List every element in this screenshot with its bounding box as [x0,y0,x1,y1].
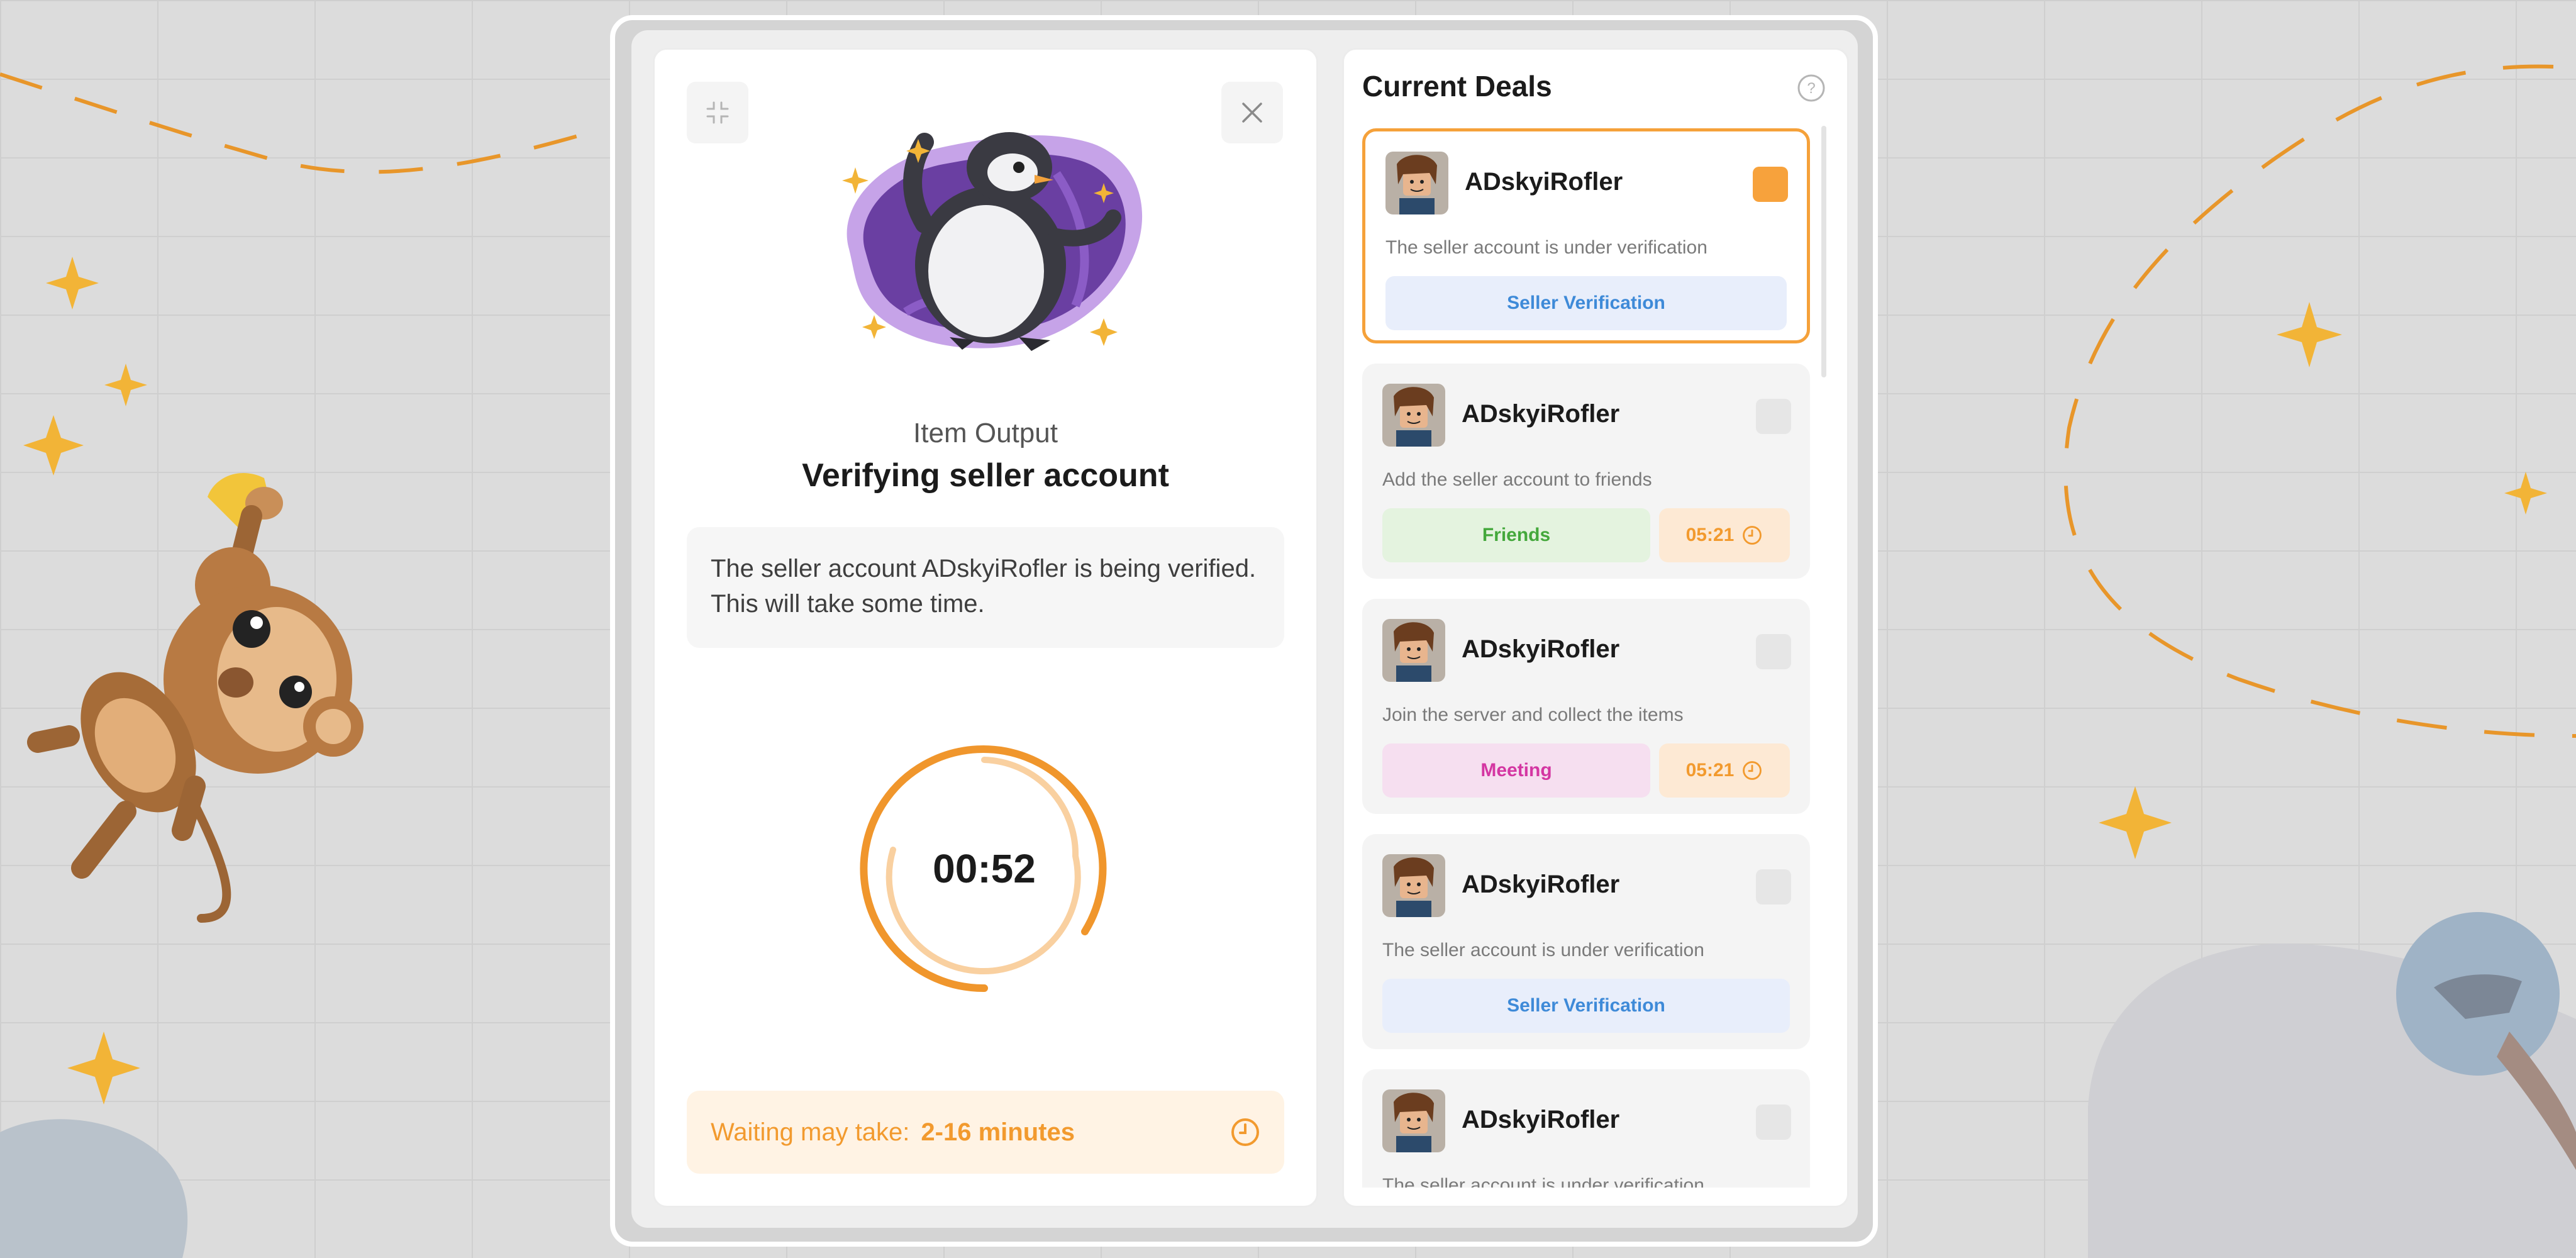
deal-seller-name: ADskyiRofler [1462,635,1620,663]
deal-card[interactable]: ADskyiRofler The seller account is under… [1362,1069,1810,1188]
deal-seller-name: ADskyiRofler [1462,400,1620,428]
close-icon [1242,103,1262,123]
deal-timer-value: 05:21 [1685,525,1735,545]
clock-icon [1743,526,1762,545]
deal-description: The seller account is under verification [1382,940,1704,960]
wait-value: 2-16 minutes [921,1118,1075,1146]
svg-text:?: ? [1807,80,1815,97]
clock-icon [1743,761,1762,780]
avatar [1382,1089,1445,1152]
help-icon[interactable]: ? [1796,73,1826,106]
friends-button[interactable]: Friends [1382,508,1650,562]
meeting-button[interactable]: Meeting [1382,743,1650,798]
seller-verification-button[interactable]: Seller Verification [1382,979,1790,1033]
shrink-icon [706,101,729,124]
deal-seller-name: ADskyiRofler [1462,871,1620,898]
deal-card[interactable]: ADskyiRofler The seller account is under… [1362,128,1810,343]
minimize-button[interactable] [687,82,748,143]
avatar [1382,619,1445,682]
deal-checkbox[interactable] [1753,167,1788,202]
deals-scrollbar[interactable] [1821,126,1826,377]
deal-card[interactable]: ADskyiRofler Add the seller account to f… [1362,364,1810,579]
deal-checkbox[interactable] [1756,869,1791,905]
deals-title: Current Deals [1362,70,1552,103]
seller-verification-button[interactable]: Seller Verification [1385,276,1787,330]
status-message: The seller account ADskyiRofler is being… [687,527,1284,648]
deal-seller-name: ADskyiRofler [1462,1106,1620,1133]
deal-card[interactable]: ADskyiRofler The seller account is under… [1362,834,1810,1049]
penguin-illustration [842,132,1143,351]
avatar [1382,854,1445,917]
monkey-illustration [27,472,364,923]
close-button[interactable] [1221,82,1283,143]
deal-timer: 05:21 [1659,743,1790,798]
deal-card[interactable]: ADskyiRofler Join the server and collect… [1362,599,1810,814]
avatar [1382,384,1445,447]
avatar [1385,152,1448,214]
deal-timer-value: 05:21 [1685,760,1735,781]
deal-description: Join the server and collect the items [1382,704,1684,725]
deal-seller-name: ADskyiRofler [1465,168,1623,196]
countdown-timer: 00:52 [933,846,1036,891]
wait-estimate-box: Waiting may take: 2-16 minutes [687,1091,1284,1174]
wait-label: Waiting may take: [711,1118,910,1146]
deal-checkbox[interactable] [1756,1105,1791,1140]
deal-description: The seller account is under verification [1385,237,1707,258]
deal-description: Add the seller account to friends [1382,469,1652,490]
page-title: Verifying seller account [802,457,1169,494]
deal-description: The seller account is under verification [1382,1175,1704,1188]
deal-checkbox[interactable] [1756,399,1791,434]
clock-icon [1230,1117,1260,1147]
deal-timer: 05:21 [1659,508,1790,562]
deals-list: ADskyiRofler The seller account is under… [1362,128,1810,1188]
item-output-label: Item Output [913,418,1058,448]
deal-checkbox[interactable] [1756,634,1791,669]
